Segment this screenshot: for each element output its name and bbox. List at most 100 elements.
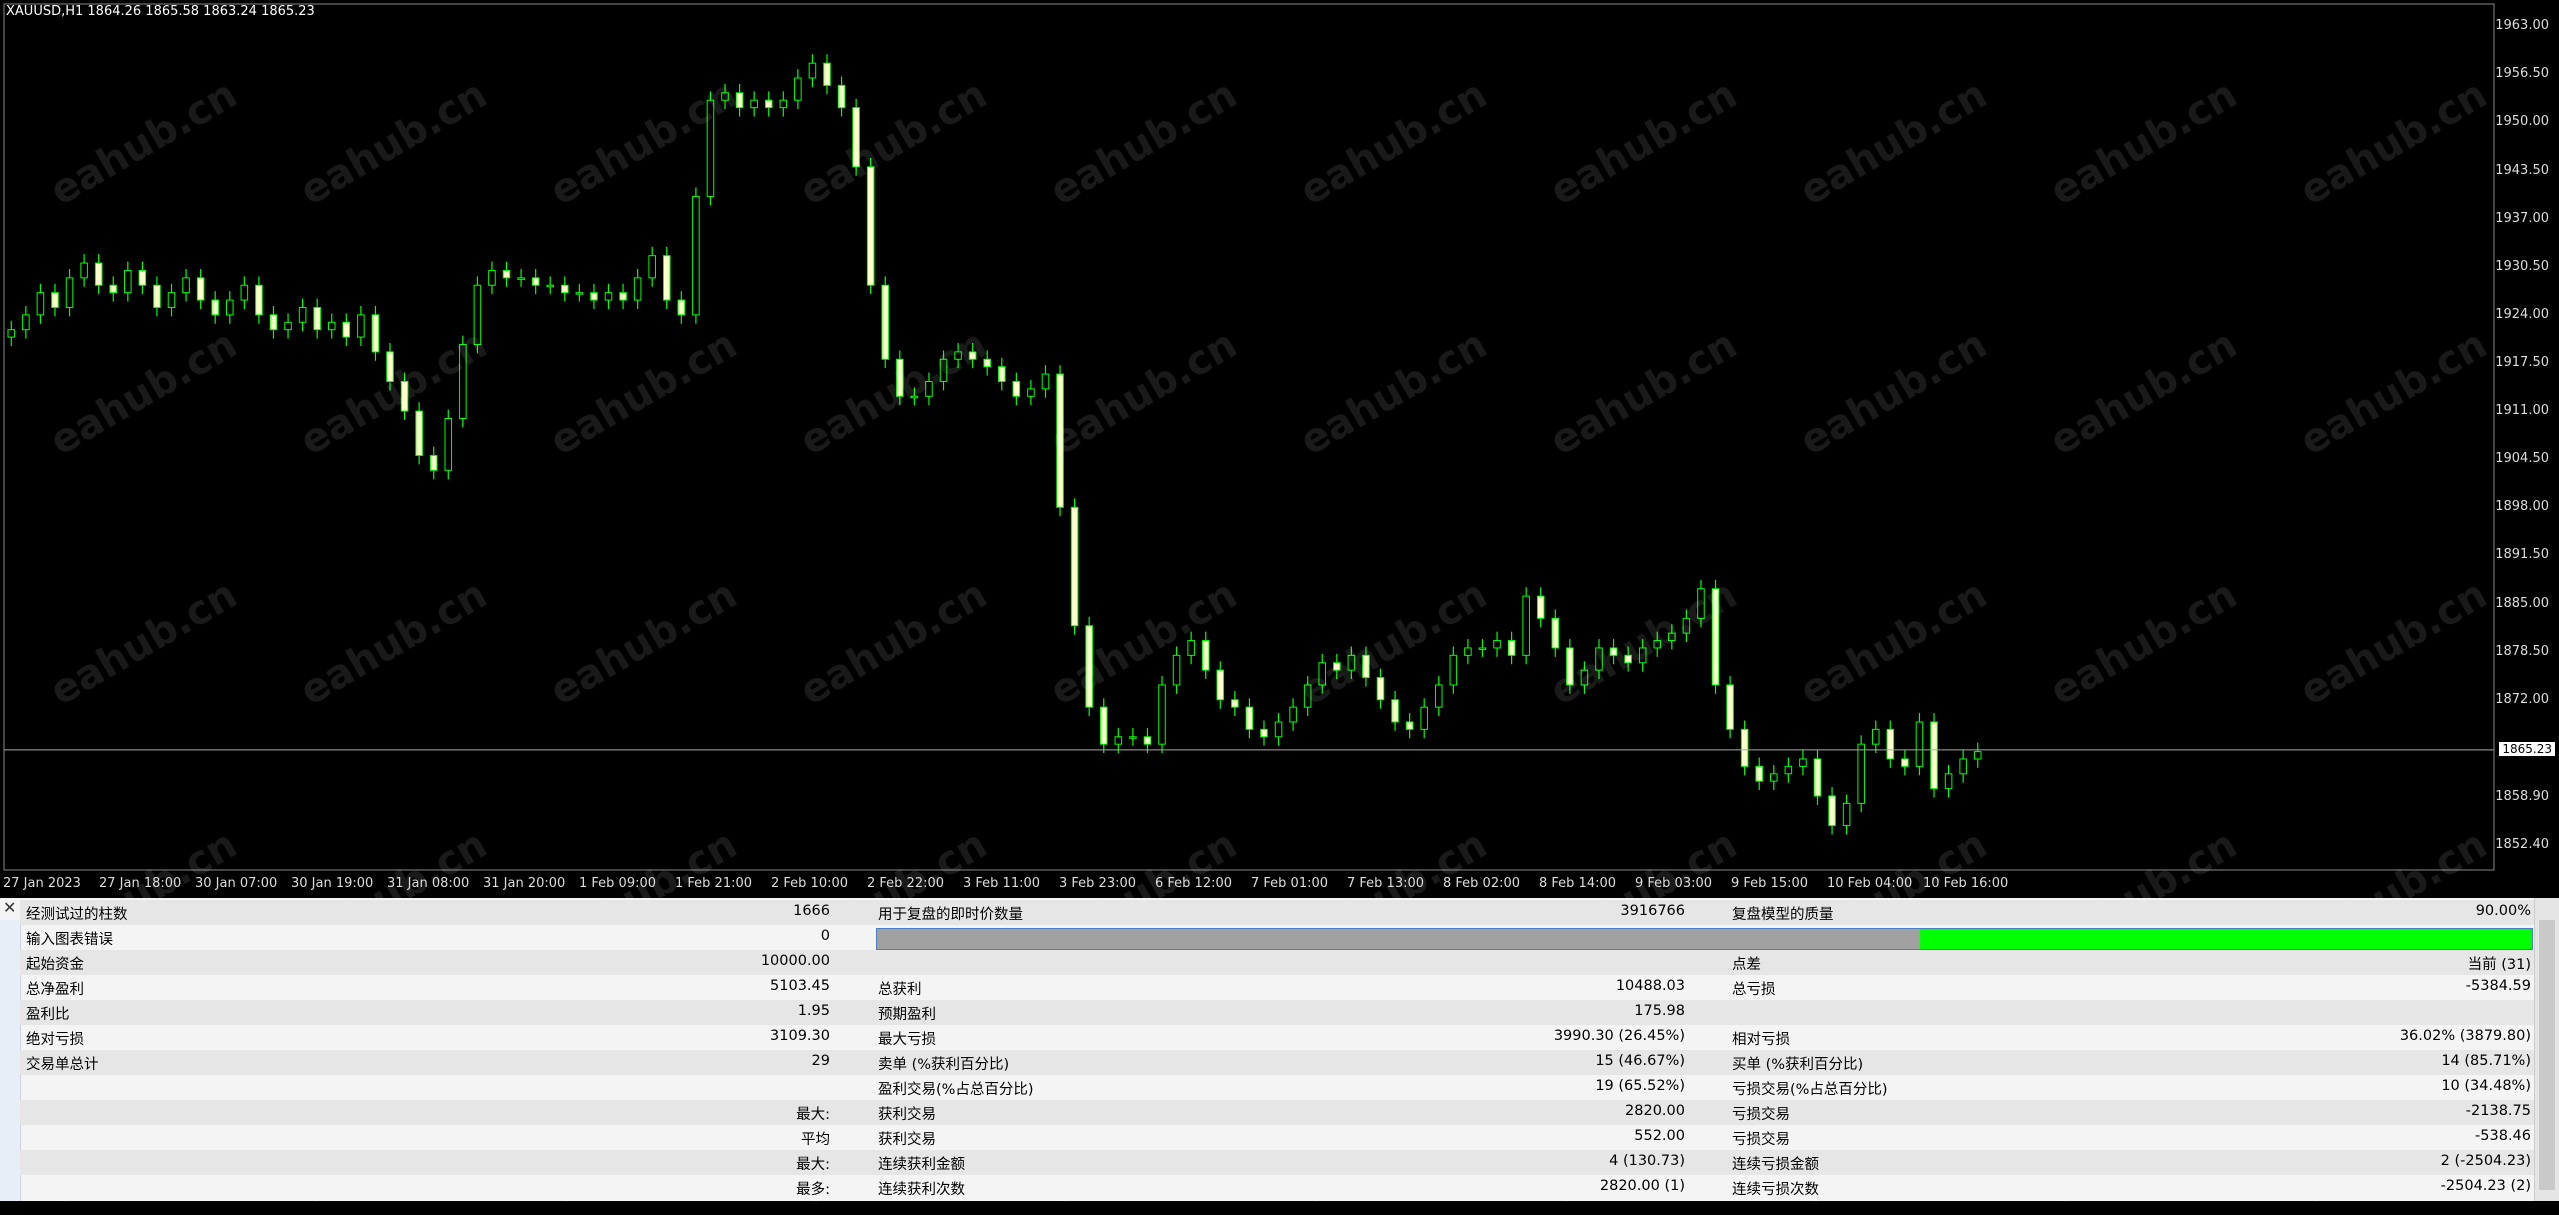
report-c2-value: 552.00 (1634, 1128, 1685, 1144)
close-icon[interactable]: ✕ (3, 898, 17, 917)
candle-body (954, 351, 962, 360)
report-c1-label: 经测试过的柱数 (26, 907, 128, 923)
price-tick-label: 1950.00 (2495, 114, 2549, 130)
candle-body (1755, 765, 1764, 782)
candle-body (794, 77, 802, 101)
candle-body (298, 306, 307, 323)
candle-body (1362, 654, 1370, 679)
report-c1-value: 0 (820, 928, 830, 944)
candle-body (1740, 728, 1749, 767)
price-tick-label: 1937.00 (2495, 210, 2549, 226)
candle-body (1391, 699, 1399, 723)
report-scrollbar[interactable] (2534, 898, 2559, 1201)
candle-body (124, 269, 132, 294)
report-c2-value: 3990.30 (26.45%) (1553, 1028, 1685, 1044)
candle-body (1231, 699, 1239, 708)
time-tick-label: 9 Feb 15:00 (1731, 876, 1809, 891)
candle-body (167, 292, 176, 308)
scrollbar-thumb[interactable] (2539, 920, 2555, 1190)
candle-body (473, 284, 482, 345)
candle-body (1303, 684, 1312, 708)
candle-body (750, 99, 758, 109)
price-chart[interactable]: XAUUSD,H1 1864.26 1865.58 1863.24 1865.2… (0, 0, 2559, 1215)
candle-body (1828, 795, 1836, 827)
report-c3-value: -5384.59 (2465, 978, 2531, 994)
report-c2-label: 连续获利金额 (878, 1157, 965, 1173)
candle-body (1784, 765, 1793, 775)
price-tick-label: 1885.00 (2495, 595, 2549, 611)
price-tick-label: 1930.50 (2495, 258, 2549, 274)
candle-body (1274, 721, 1283, 738)
candle-body (1580, 669, 1589, 686)
report-c2-label: 最大亏损 (878, 1032, 936, 1048)
time-tick-label: 30 Jan 07:00 (195, 876, 278, 891)
candle-body (109, 284, 118, 294)
candle-body (22, 314, 30, 331)
report-c3-label: 亏损交易 (1732, 1107, 1790, 1123)
candle-body (619, 292, 627, 301)
time-tick-label: 27 Jan 18:00 (99, 876, 182, 891)
price-tick-label: 1904.50 (2495, 451, 2549, 467)
report-c2-label: 获利交易 (878, 1132, 936, 1148)
report-row: 经测试过的柱数 1666 用于复盘的即时价数量 3916766 复盘模型的质量 90.00… (20, 900, 2535, 925)
candle-body (211, 299, 219, 316)
candlestick-chart-svg[interactable] (0, 0, 2559, 897)
time-tick-label: 7 Feb 13:00 (1347, 876, 1425, 891)
candle-body (94, 262, 103, 286)
candle-body (1507, 640, 1516, 656)
candle-body (764, 99, 773, 109)
time-tick-label: 27 Jan 2023 (3, 876, 81, 891)
report-c2-value: 175.98 (1634, 1003, 1685, 1019)
symbol-info: XAUUSD,H1 1864.26 1865.58 1863.24 1865.2… (6, 4, 315, 19)
report-c1-value: 最多: (796, 1182, 830, 1198)
candle-body (677, 299, 686, 316)
price-tick-label: 1872.00 (2495, 691, 2549, 707)
candle-body (153, 284, 161, 308)
report-c1-label: 输入图表错误 (26, 932, 113, 948)
report-c3-label: 连续亏损次数 (1732, 1182, 1819, 1198)
candle-body (1129, 736, 1137, 739)
report-row: 盈利交易(%占总百分比) 19 (65.52%) 亏损交易(%占总百分比) 10 (3… (20, 1075, 2535, 1100)
report-row: 最大: 连续获利金额 4 (130.73) 连续亏损金额 2 (-2504.23) (20, 1150, 2535, 1175)
side-tab-strip[interactable] (0, 920, 21, 1201)
report-c1-value: 29 (811, 1053, 830, 1069)
report-c1-value: 平均 (801, 1132, 830, 1148)
candle-body (561, 284, 569, 294)
report-row: 交易单总计 29 卖单 (%获利百分比) 15 (46.67%) 买单 (%获利百分比)… (20, 1050, 2535, 1075)
candle-body (692, 195, 700, 316)
candle-body (327, 321, 336, 331)
price-tick-label: 1917.50 (2495, 354, 2549, 370)
candle-body (1886, 728, 1895, 760)
time-tick-label: 9 Feb 03:00 (1635, 876, 1713, 891)
candle-body (1245, 706, 1254, 730)
report-c1-label: 绝对亏损 (26, 1032, 84, 1048)
price-tick-label: 1858.90 (2495, 788, 2549, 804)
candle-body (1143, 736, 1152, 745)
candle-body (415, 410, 423, 457)
report-c3-label: 相对亏损 (1732, 1032, 1790, 1048)
report-c1-label: 总净盈利 (26, 982, 84, 998)
time-tick-label: 8 Feb 14:00 (1539, 876, 1617, 891)
candle-body (1405, 721, 1414, 730)
price-tick-label: 1898.00 (2495, 499, 2549, 515)
report-c1-label: 起始资金 (26, 957, 84, 973)
candle-body (255, 284, 263, 316)
candle-body (1522, 595, 1530, 656)
price-tick-label: 1911.00 (2495, 403, 2549, 419)
candle-body (313, 306, 321, 331)
report-c1-label: 盈利比 (26, 1007, 70, 1023)
candle-body (1682, 617, 1691, 634)
price-tick-label: 1891.50 (2495, 547, 2549, 563)
candle-body (852, 107, 860, 168)
report-c3-value: 36.02% (3879.80) (2399, 1028, 2531, 1044)
candle-body (1289, 706, 1297, 723)
time-tick-label: 1 Feb 21:00 (675, 876, 753, 891)
candle-body (1609, 647, 1618, 656)
report-c3-value: 当前 (31) (2467, 957, 2531, 973)
report-row: 最多: 连续获利次数 2820.00 (1) 连续亏损次数 -2504.23 (2) (20, 1175, 2535, 1200)
candle-body (36, 292, 45, 316)
report-c2-label: 卖单 (%获利百分比) (878, 1057, 1010, 1073)
quality-progress-bar (876, 928, 2533, 950)
candle-body (1187, 640, 1195, 656)
report-c3-label: 买单 (%获利百分比) (1732, 1057, 1864, 1073)
